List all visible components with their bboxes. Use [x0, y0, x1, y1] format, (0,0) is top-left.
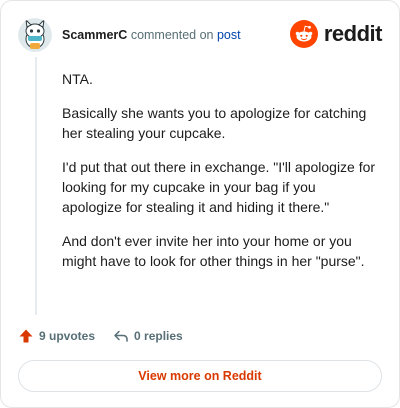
reply-arrow-icon	[114, 330, 128, 342]
view-more-on-reddit-button[interactable]: View more on Reddit	[18, 360, 382, 392]
post-link[interactable]: post	[217, 28, 241, 42]
username-link[interactable]: ScammerC	[62, 28, 127, 42]
embedded-comment-card: ScammerC commented on post reddit NTA. B…	[0, 0, 400, 408]
replies-button[interactable]: 0 replies	[113, 328, 183, 344]
thread-line[interactable]	[35, 57, 37, 315]
reply-count: 0 replies	[134, 329, 183, 343]
comment-paragraph: And don't ever invite her into your home…	[62, 233, 365, 269]
comment-actions: 9 upvotes 0 replies	[18, 327, 183, 345]
comment-body: NTA. Basically she wants you to apologiz…	[62, 69, 377, 285]
commented-on-text: commented on	[130, 28, 214, 42]
comment-header: ScammerC commented on post	[18, 18, 241, 52]
comment-meta: ScammerC commented on post	[62, 28, 241, 42]
reddit-logo-icon	[289, 20, 318, 48]
snoo-avatar-icon[interactable]	[18, 18, 52, 52]
upvote-count: 9 upvotes	[39, 329, 96, 343]
comment-paragraph: Basically she wants you to apologize for…	[62, 105, 367, 141]
reddit-wordmark: reddit	[323, 21, 383, 46]
reddit-brand[interactable]: reddit	[289, 20, 383, 48]
comment-paragraph: I'd put that out there in exchange. "I'l…	[62, 159, 376, 215]
upvote-button[interactable]: 9 upvotes	[18, 328, 95, 344]
upvote-arrow-icon	[19, 329, 33, 343]
comment-paragraph: NTA.	[62, 71, 93, 87]
